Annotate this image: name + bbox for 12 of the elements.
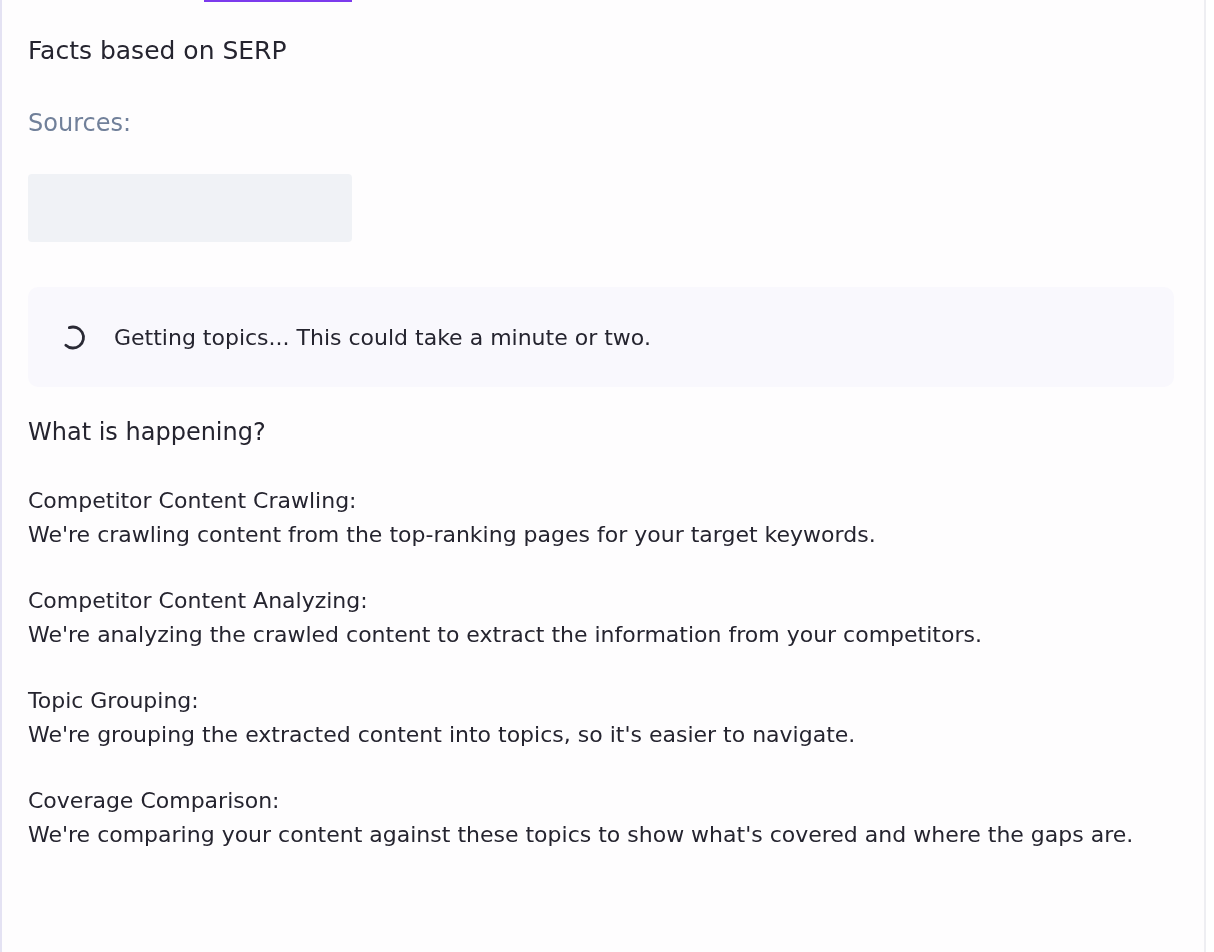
status-message: Getting topics... This could take a minute or two.: [114, 324, 651, 350]
step-title: Coverage Comparison:: [28, 787, 281, 815]
explainer-title: What is happening?: [28, 417, 267, 448]
step-title: Topic Grouping:: [28, 687, 200, 715]
step-title: Competitor Content Analyzing:: [28, 587, 369, 615]
section-title: Facts based on SERP: [28, 35, 287, 67]
step-description: We're crawling content from the top-ranking pages for your target keywords.: [28, 521, 877, 549]
step-description: We're analyzing the crawled content to extract the information from your competitors.: [28, 621, 983, 649]
step-description: We're comparing your content against these topics to show what's covered and where the gaps are.: [28, 821, 1135, 849]
sources-label: Sources:: [28, 108, 133, 139]
step-title: Competitor Content Crawling:: [28, 487, 358, 515]
step-description: We're grouping the extracted content into topics, so it's easier to navigate.: [28, 721, 857, 749]
